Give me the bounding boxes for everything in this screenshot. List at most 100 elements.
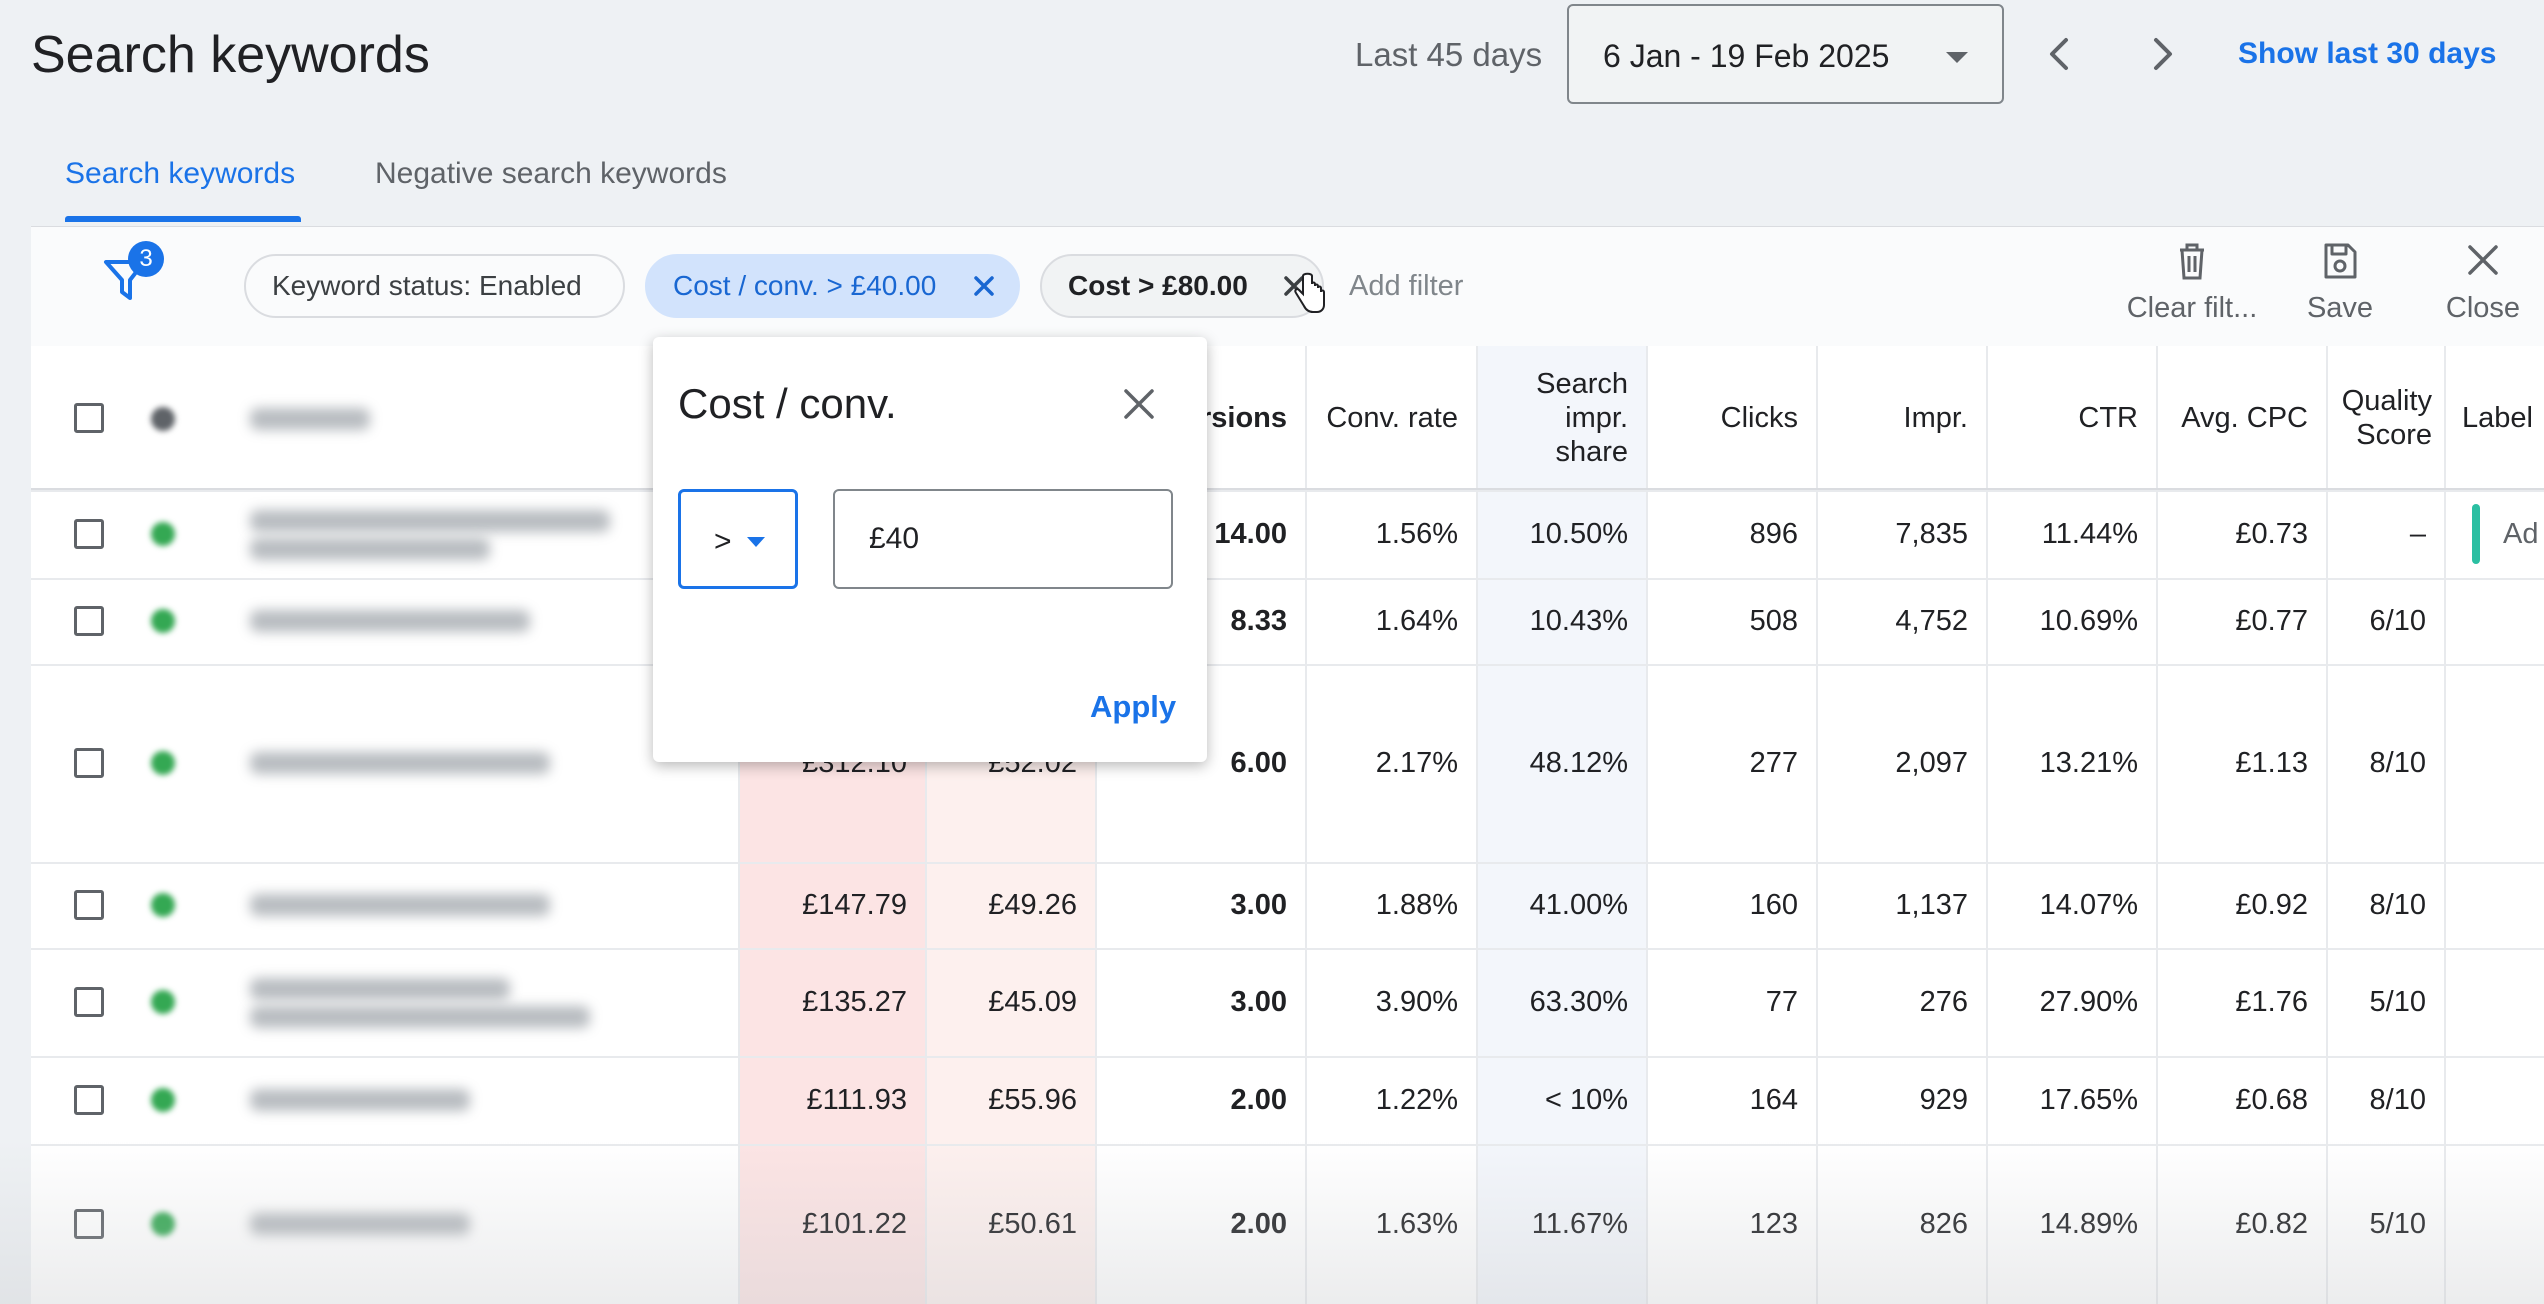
- row-checkbox[interactable]: [74, 606, 104, 636]
- close-label: Close: [2445, 292, 2521, 324]
- cell-clicks: 77: [1765, 986, 1798, 1018]
- row-divider: [31, 948, 2544, 950]
- cell-conv-rate: 2.17%: [1375, 747, 1458, 779]
- header-quality-score[interactable]: Quality Score: [2326, 346, 2444, 490]
- cell-conv-rate: 1.88%: [1375, 889, 1458, 921]
- close-filters-button[interactable]: Close: [2438, 240, 2528, 328]
- filter-chip-cost-per-conv[interactable]: Cost / conv. > £40.00: [645, 254, 1020, 318]
- clear-filters-label: Clear filt...: [2126, 292, 2258, 324]
- keyword-text-blurred[interactable]: [250, 1213, 470, 1235]
- select-all-checkbox[interactable]: [74, 403, 104, 433]
- close-icon[interactable]: [1116, 381, 1162, 427]
- keyword-text-blurred[interactable]: [250, 1006, 590, 1028]
- cell-cost-conv: £45.09: [988, 986, 1077, 1018]
- row-checkbox[interactable]: [74, 987, 104, 1017]
- operator-select[interactable]: >: [678, 489, 798, 589]
- cell-clicks: 164: [1749, 1084, 1798, 1116]
- cell-impr: 929: [1919, 1084, 1968, 1116]
- cell-sis: 11.67%: [1531, 1208, 1628, 1240]
- filter-chip-label: Cost > £80.00: [1068, 270, 1248, 301]
- cell-conversions: 3.00: [1230, 986, 1287, 1018]
- cell-sis: 10.50%: [1529, 518, 1628, 550]
- cell-impr: 2,097: [1895, 747, 1968, 779]
- status-enabled-icon: [151, 1088, 175, 1112]
- header-conv-rate[interactable]: Conv. rate: [1305, 346, 1476, 490]
- keyword-text-blurred[interactable]: [250, 894, 550, 916]
- cell-impr: 1,137: [1895, 889, 1968, 921]
- row-checkbox[interactable]: [74, 890, 104, 920]
- next-period-button[interactable]: [2132, 24, 2192, 84]
- filter-chip-label: Cost / conv. > £40.00: [673, 270, 937, 301]
- cell-conv-rate: 1.64%: [1375, 605, 1458, 637]
- date-range-picker[interactable]: 6 Jan - 19 Feb 2025: [1567, 4, 2004, 104]
- cell-cost: £101.22: [802, 1208, 907, 1240]
- filter-value-input[interactable]: [833, 489, 1173, 589]
- header-clicks[interactable]: Clicks: [1646, 346, 1816, 490]
- keyword-text-blurred[interactable]: [250, 978, 510, 1000]
- row-checkbox[interactable]: [74, 1085, 104, 1115]
- page-title: Search keywords: [31, 26, 430, 84]
- filter-chip-keyword-status[interactable]: Keyword status: Enabled: [244, 254, 625, 318]
- cell-conv-rate: 1.56%: [1375, 518, 1458, 550]
- row-divider: [31, 578, 2544, 580]
- chevron-right-icon: [2154, 38, 2172, 70]
- status-header-icon: [151, 407, 175, 431]
- header-avg-cpc[interactable]: Avg. CPC: [2156, 346, 2326, 490]
- cell-clicks: 896: [1749, 518, 1798, 550]
- show-last-30-days-link[interactable]: Show last 30 days: [2238, 34, 2496, 74]
- clear-filters-button[interactable]: Clear filt...: [2092, 240, 2292, 328]
- tab-search-keywords[interactable]: Search keywords: [65, 154, 295, 194]
- add-filter-input[interactable]: Add filter: [1349, 266, 1463, 306]
- operator-value: >: [714, 525, 732, 558]
- keyword-text-blurred[interactable]: [250, 1089, 470, 1111]
- date-range-value: 6 Jan - 19 Feb 2025: [1603, 38, 1890, 74]
- row-checkbox[interactable]: [74, 1209, 104, 1239]
- keyword-text-blurred[interactable]: [250, 538, 490, 560]
- keyword-text-blurred[interactable]: [250, 510, 610, 532]
- hand-cursor-icon: [1294, 272, 1325, 313]
- cell-qs: 6/10: [2369, 605, 2426, 637]
- tab-negative-search-keywords[interactable]: Negative search keywords: [375, 154, 727, 194]
- filter-chip-cost[interactable]: Cost > £80.00: [1040, 254, 1324, 318]
- cell-conversions: 2.00: [1230, 1084, 1287, 1116]
- cell-clicks: 160: [1749, 889, 1798, 921]
- caret-down-icon: [1946, 52, 1968, 63]
- row-checkbox[interactable]: [74, 519, 104, 549]
- cell-sis: < 10%: [1544, 1084, 1628, 1116]
- header-label[interactable]: Label: [2444, 346, 2544, 490]
- cell-sis: 10.43%: [1529, 605, 1628, 637]
- chevron-left-icon: [2050, 38, 2068, 70]
- row-divider: [31, 1056, 2544, 1058]
- apply-button[interactable]: Apply: [1090, 687, 1176, 727]
- cell-impr: 7,835: [1895, 518, 1968, 550]
- close-icon[interactable]: [968, 270, 1000, 302]
- cell-qs: 8/10: [2369, 747, 2426, 779]
- status-enabled-icon: [151, 751, 175, 775]
- cell-clicks: 508: [1749, 605, 1798, 637]
- cell-cpc: £1.13: [2235, 747, 2308, 779]
- row-divider: [31, 490, 2544, 492]
- cell-cpc: £1.76: [2235, 986, 2308, 1018]
- cell-ctr: 17.65%: [2039, 1084, 2138, 1116]
- save-icon: [2324, 243, 2357, 279]
- cell-ctr: 13.21%: [2039, 747, 2138, 779]
- header-ctr[interactable]: CTR: [1986, 346, 2156, 490]
- date-range-caption: Last 45 days: [1355, 36, 1543, 73]
- keyword-text-blurred[interactable]: [250, 752, 550, 774]
- cell-qs: –: [2409, 518, 2426, 550]
- previous-period-button[interactable]: [2030, 24, 2090, 84]
- close-icon: [2468, 245, 2498, 275]
- cell-conversions: 2.00: [1230, 1208, 1287, 1240]
- header-impr[interactable]: Impr.: [1816, 346, 1986, 490]
- cell-cpc: £0.73: [2235, 518, 2308, 550]
- status-enabled-icon: [151, 1212, 175, 1236]
- cell-sis: 63.30%: [1529, 986, 1628, 1018]
- row-checkbox[interactable]: [74, 748, 104, 778]
- save-filters-button[interactable]: Save: [2290, 240, 2390, 328]
- label-value: Ad: [2503, 518, 2539, 550]
- keyword-text-blurred[interactable]: [250, 610, 530, 632]
- cell-clicks: 123: [1749, 1208, 1798, 1240]
- row-divider: [31, 1144, 2544, 1146]
- header-search-impr-share[interactable]: Search impr. share: [1476, 346, 1646, 490]
- row-divider: [31, 862, 2544, 864]
